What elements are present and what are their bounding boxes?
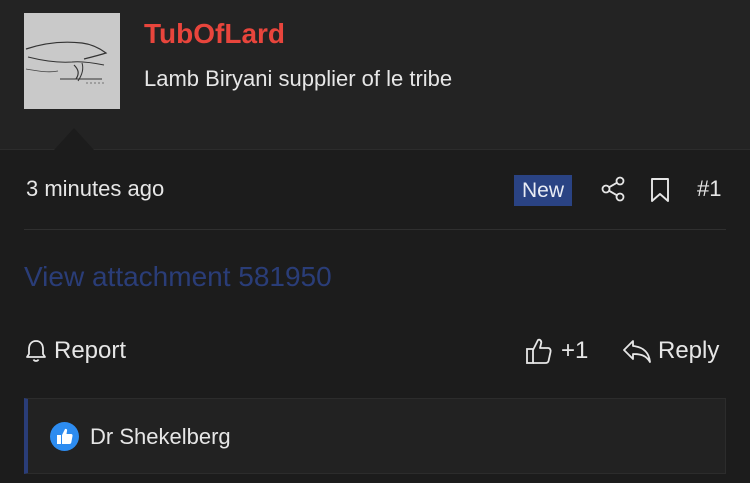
message-user-header: TubOfLard Lamb Biryani supplier of le tr… [0, 0, 750, 150]
thumbs-up-icon [526, 338, 552, 364]
reactions-bar[interactable]: Dr Shekelberg [24, 398, 726, 474]
share-icon[interactable] [600, 176, 626, 202]
meta-divider [24, 229, 726, 230]
post-meta-row: 3 minutes ago New #1 [0, 150, 750, 230]
thumbs-up-reaction-icon [50, 422, 79, 451]
new-badge: New [514, 175, 573, 206]
reply-button[interactable]: Reply [622, 334, 719, 368]
reply-label: Reply [658, 337, 720, 364]
like-button[interactable]: +1 [525, 334, 588, 368]
reply-arrow-icon [623, 340, 651, 363]
username[interactable]: TubOfLard [144, 18, 285, 50]
view-attachment-link[interactable]: View attachment 581950 [24, 261, 332, 293]
bell-icon [26, 340, 46, 362]
avatar-sketch-icon [24, 13, 120, 109]
post-action-row: Report +1 Reply [0, 326, 750, 374]
user-avatar[interactable] [24, 13, 120, 109]
reaction-user-list[interactable]: Dr Shekelberg [90, 424, 231, 450]
bookmark-icon[interactable] [649, 177, 671, 203]
report-button[interactable]: Report [24, 334, 126, 368]
like-count: +1 [561, 337, 589, 364]
header-pointer-arrow [54, 128, 94, 150]
post-timestamp[interactable]: 3 minutes ago [26, 176, 164, 202]
report-label: Report [54, 337, 127, 364]
post-number[interactable]: #1 [697, 176, 721, 202]
user-title: Lamb Biryani supplier of le tribe [144, 66, 453, 91]
